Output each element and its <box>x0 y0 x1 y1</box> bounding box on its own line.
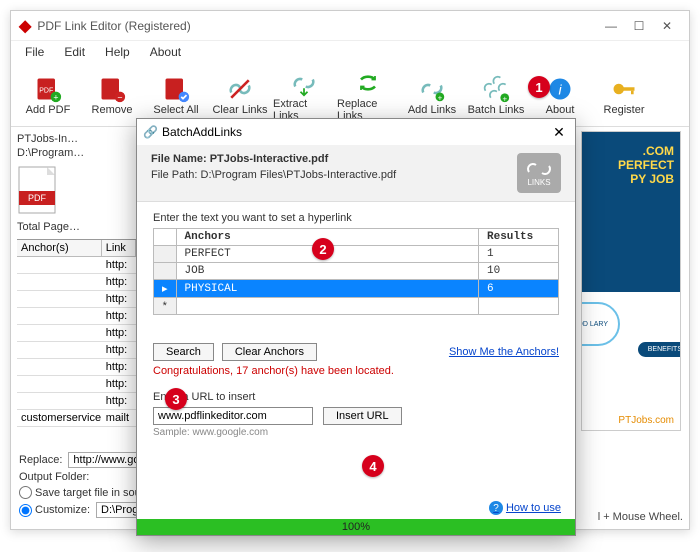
pdf-preview[interactable]: .COM PERFECT PY JOB OOD LARY BENEFITS PT… <box>581 131 681 431</box>
search-button[interactable]: Search <box>153 343 214 361</box>
select-all-icon <box>161 74 191 104</box>
customize-radio[interactable] <box>19 504 32 517</box>
add-pdf-icon: PDF+ <box>33 74 63 104</box>
menubar: File Edit Help About <box>11 41 689 63</box>
col-results: Results <box>479 229 559 246</box>
svg-text:PDF: PDF <box>28 193 47 203</box>
show-me-anchors-link[interactable]: Show Me the Anchors! <box>449 346 559 358</box>
add-pdf-button[interactable]: PDF+Add PDF <box>17 66 79 124</box>
callout-2: 2 <box>312 238 334 260</box>
extract-links-button[interactable]: Extract Links <box>273 66 335 124</box>
clear-anchors-button[interactable]: Clear Anchors <box>222 343 317 361</box>
batch-links-icon: + <box>481 74 511 104</box>
how-to-use-link[interactable]: ?How to use <box>489 501 561 515</box>
replace-label: Replace: <box>19 454 62 466</box>
file-path: D:\Program… <box>17 147 136 159</box>
batch-links-button[interactable]: +Batch Links <box>465 66 527 124</box>
svg-text:+: + <box>438 93 443 102</box>
menu-file[interactable]: File <box>15 43 54 61</box>
dialog-close-button[interactable]: ✕ <box>549 124 569 141</box>
svg-text:+: + <box>53 92 58 102</box>
col-anchors: Anchor(s) <box>17 240 102 256</box>
table-row[interactable]: http: <box>17 325 136 342</box>
help-icon: ? <box>489 501 503 515</box>
add-links-icon: + <box>417 74 447 104</box>
url-label: Enter a URL to insert <box>153 391 559 403</box>
clear-links-button[interactable]: Clear Links <box>209 66 271 124</box>
maximize-button[interactable]: ☐ <box>625 19 653 33</box>
key-icon <box>609 74 639 104</box>
app-logo-icon: ◆ <box>19 16 31 36</box>
table-row[interactable]: PERFECT1 <box>154 246 559 263</box>
replace-links-button[interactable]: Replace Links <box>337 66 399 124</box>
dialog-icon: 🔗 <box>143 125 158 139</box>
anchors-grid[interactable]: AnchorsResults PERFECT1JOB10▸PHYSICAL6 * <box>153 228 559 315</box>
register-button[interactable]: Register <box>593 66 655 124</box>
table-row[interactable]: http: <box>17 274 136 291</box>
save-source-radio[interactable] <box>19 486 32 499</box>
close-button[interactable]: ✕ <box>653 19 681 33</box>
select-all-button[interactable]: Select All <box>145 66 207 124</box>
insert-url-button[interactable]: Insert URL <box>323 407 402 425</box>
status-text: Congratulations, 17 anchor(s) have been … <box>153 365 559 377</box>
left-panel: PTJobs-In… D:\Program… PDF Total Page… A… <box>11 127 143 497</box>
table-row[interactable]: JOB10 <box>154 263 559 280</box>
table-row[interactable]: http: <box>17 393 136 410</box>
dialog-body: Enter the text you want to set a hyperli… <box>137 202 575 448</box>
dialog-header: File Name: PTJobs-Interactive.pdf File P… <box>137 145 575 202</box>
table-row[interactable]: ▸PHYSICAL6 <box>154 280 559 298</box>
callout-4: 4 <box>362 455 384 477</box>
menu-edit[interactable]: Edit <box>54 43 95 61</box>
output-folder-label: Output Folder: <box>19 471 89 483</box>
svg-text:+: + <box>502 94 507 103</box>
callout-1: 1 <box>528 76 550 98</box>
add-links-button[interactable]: +Add Links <box>401 66 463 124</box>
anchor-table[interactable]: Anchor(s) Link http:http:http:http:http:… <box>17 239 136 427</box>
table-row[interactable]: http: <box>17 257 136 274</box>
replace-links-icon <box>353 68 383 98</box>
table-row[interactable]: http: <box>17 342 136 359</box>
menu-about[interactable]: About <box>140 43 191 61</box>
table-row[interactable]: customerservice@…mailt <box>17 410 136 427</box>
pdf-file-icon: PDF <box>17 165 59 215</box>
table-row[interactable]: http: <box>17 376 136 393</box>
dialog-file-path: D:\Program Files\PTJobs-Interactive.pdf <box>201 169 397 181</box>
dialog-title: BatchAddLinks <box>162 125 549 139</box>
svg-text:PDF: PDF <box>39 87 53 94</box>
links-icon: LINKS <box>517 153 561 193</box>
extract-links-icon <box>289 68 319 98</box>
page-count: Total Page… <box>17 221 136 233</box>
col-link: Link <box>102 240 136 256</box>
remove-icon: − <box>97 74 127 104</box>
dialog-file-name: PTJobs-Interactive.pdf <box>210 153 329 165</box>
table-row[interactable]: http: <box>17 359 136 376</box>
menu-help[interactable]: Help <box>95 43 140 61</box>
table-row[interactable]: http: <box>17 291 136 308</box>
preview-circle: OOD LARY <box>581 302 620 346</box>
preview-badge: BENEFITS <box>638 342 681 357</box>
file-info: PTJobs-In… D:\Program… PDF Total Page… <box>17 133 136 233</box>
preview-banner: .COM PERFECT PY JOB <box>582 132 680 292</box>
file-name: PTJobs-In… <box>17 133 136 145</box>
titlebar: ◆ PDF Link Editor (Registered) — ☐ ✕ <box>11 11 689 41</box>
batch-add-links-dialog: 🔗 BatchAddLinks ✕ File Name: PTJobs-Inte… <box>136 118 576 536</box>
window-title: PDF Link Editor (Registered) <box>37 19 597 33</box>
progress-bar: 100% <box>137 519 575 535</box>
minimize-button[interactable]: — <box>597 19 625 33</box>
zoom-hint: l + Mouse Wheel. <box>598 511 683 523</box>
sample-text: Sample: www.google.com <box>153 427 559 438</box>
prompt-text: Enter the text you want to set a hyperli… <box>153 212 559 224</box>
dialog-titlebar: 🔗 BatchAddLinks ✕ <box>137 119 575 145</box>
remove-button[interactable]: −Remove <box>81 66 143 124</box>
callout-3: 3 <box>165 388 187 410</box>
table-row[interactable]: http: <box>17 308 136 325</box>
svg-text:−: − <box>117 92 122 102</box>
preview-brand: PTJobs.com <box>618 415 674 426</box>
clear-links-icon <box>225 74 255 104</box>
